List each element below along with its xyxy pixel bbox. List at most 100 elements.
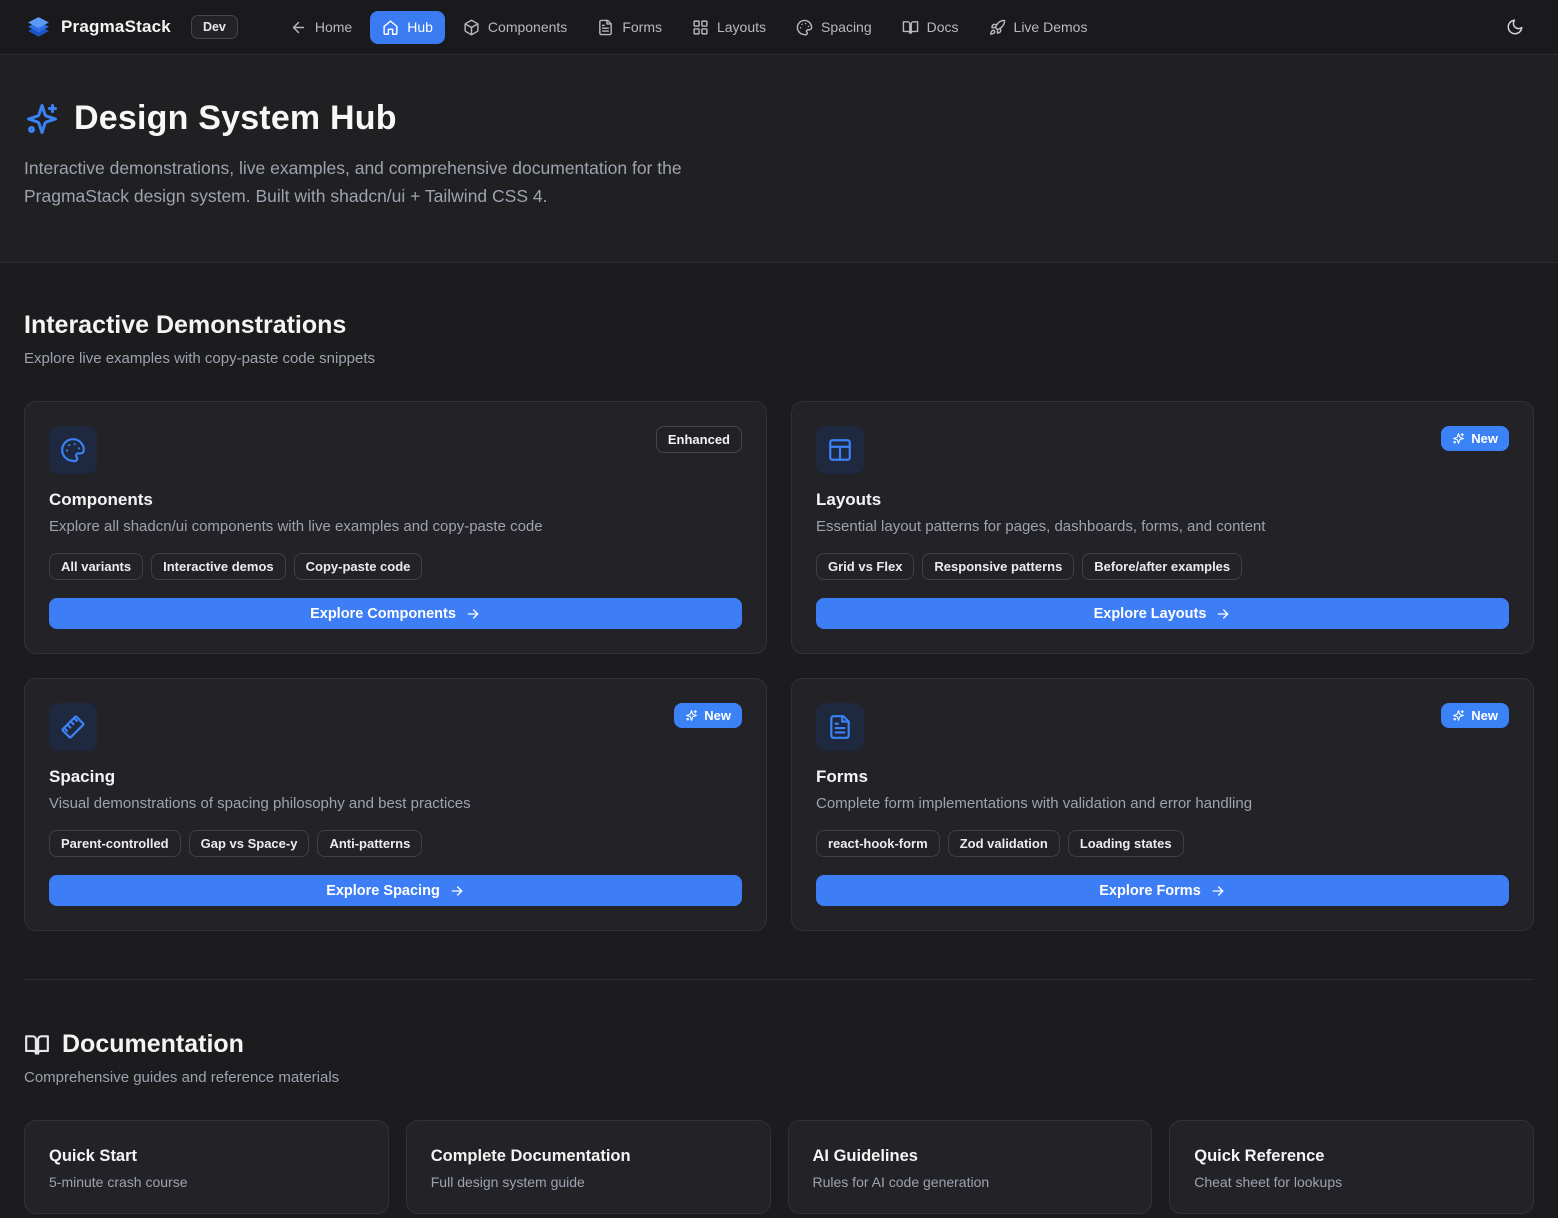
file-text-icon [597, 19, 614, 36]
env-badge: Dev [191, 15, 238, 39]
sparkles-icon [685, 709, 698, 722]
doc-card-description: 5-minute crash course [49, 1174, 364, 1190]
feature-tag: Parent-controlled [49, 830, 181, 857]
moon-icon [1506, 18, 1524, 36]
file-text-icon [827, 714, 853, 740]
house-icon [382, 19, 399, 36]
feature-tag: Responsive patterns [922, 553, 1074, 580]
feature-tag: Gap vs Space-y [189, 830, 310, 857]
feature-tag: Anti-patterns [317, 830, 422, 857]
demos-title: Interactive Demonstrations [24, 311, 1534, 340]
layers-logo-icon [26, 15, 51, 40]
doc-card-grid: Quick Start 5-minute crash course Comple… [24, 1120, 1534, 1214]
explore-forms-button[interactable]: Explore Forms [816, 875, 1509, 906]
demo-card-components: Enhanced Components Explore all shadcn/u… [24, 401, 767, 654]
brand-name: PragmaStack [61, 17, 171, 37]
doc-card-description: Cheat sheet for lookups [1194, 1174, 1509, 1190]
box-icon [463, 19, 480, 36]
nav-item-home[interactable]: Home [278, 11, 364, 44]
demos-section: Interactive Demonstrations Explore live … [24, 263, 1534, 931]
card-title: Spacing [49, 767, 742, 787]
feature-tag: react-hook-form [816, 830, 940, 857]
status-badge: New [1441, 703, 1509, 728]
card-description: Visual demonstrations of spacing philoso… [49, 795, 742, 812]
doc-card-complete-documentation[interactable]: Complete Documentation Full design syste… [406, 1120, 771, 1214]
doc-card-title: Complete Documentation [431, 1147, 746, 1166]
demos-subtitle: Explore live examples with copy-paste co… [24, 350, 1534, 367]
card-icon-tile [816, 703, 864, 751]
doc-card-title: Quick Reference [1194, 1147, 1509, 1166]
arrow-right-icon [1215, 606, 1231, 622]
doc-card-ai-guidelines[interactable]: AI Guidelines Rules for AI code generati… [788, 1120, 1153, 1214]
nav-item-docs[interactable]: Docs [890, 11, 971, 44]
feature-tag: Interactive demos [151, 553, 286, 580]
sparkles-icon [1452, 432, 1465, 445]
feature-tag: Zod validation [948, 830, 1060, 857]
nav-item-hub[interactable]: Hub [370, 11, 445, 44]
hero: Design System Hub Interactive demonstrat… [0, 55, 1558, 263]
card-description: Explore all shadcn/ui components with li… [49, 518, 742, 535]
card-tags: Parent-controlled Gap vs Space-y Anti-pa… [49, 830, 742, 857]
doc-card-title: Quick Start [49, 1147, 364, 1166]
sparkles-icon [1452, 709, 1465, 722]
palette-icon [796, 19, 813, 36]
theme-toggle-button[interactable] [1498, 10, 1532, 44]
card-title: Components [49, 490, 742, 510]
doc-card-description: Full design system guide [431, 1174, 746, 1190]
main-content: Interactive Demonstrations Explore live … [0, 263, 1558, 1214]
rocket-icon [989, 19, 1006, 36]
nav-item-spacing[interactable]: Spacing [784, 11, 884, 44]
docs-subtitle: Comprehensive guides and reference mater… [24, 1069, 1534, 1086]
feature-tag: Grid vs Flex [816, 553, 914, 580]
doc-card-description: Rules for AI code generation [813, 1174, 1128, 1190]
arrow-right-icon [1210, 883, 1226, 899]
doc-card-quick-reference[interactable]: Quick Reference Cheat sheet for lookups [1169, 1120, 1534, 1214]
docs-section: Documentation Comprehensive guides and r… [24, 980, 1534, 1214]
docs-title: Documentation [62, 1030, 244, 1059]
feature-tag: Before/after examples [1082, 553, 1242, 580]
page-title: Design System Hub [74, 99, 397, 138]
layout-grid-icon [692, 19, 709, 36]
navbar: PragmaStack Dev Home Hub Components Form… [0, 0, 1558, 55]
panel-top-icon [827, 437, 853, 463]
nav-items: Home Hub Components Forms Layouts Spacin… [278, 11, 1100, 44]
card-title: Forms [816, 767, 1509, 787]
card-icon-tile [816, 426, 864, 474]
arrow-right-icon [449, 883, 465, 899]
status-badge: Enhanced [656, 426, 742, 453]
palette-icon [60, 437, 86, 463]
card-title: Layouts [816, 490, 1509, 510]
page-description: Interactive demonstrations, live example… [24, 154, 764, 210]
explore-layouts-button[interactable]: Explore Layouts [816, 598, 1509, 629]
nav-item-live-demos[interactable]: Live Demos [977, 11, 1100, 44]
explore-spacing-button[interactable]: Explore Spacing [49, 875, 742, 906]
brand[interactable]: PragmaStack Dev [26, 15, 238, 40]
status-badge: New [1441, 426, 1509, 451]
nav-item-components[interactable]: Components [451, 11, 579, 44]
demo-card-layouts: New Layouts Essential layout patterns fo… [791, 401, 1534, 654]
explore-components-button[interactable]: Explore Components [49, 598, 742, 629]
demo-card-grid: Enhanced Components Explore all shadcn/u… [24, 401, 1534, 931]
demo-card-forms: New Forms Complete form implementations … [791, 678, 1534, 931]
card-tags: react-hook-form Zod validation Loading s… [816, 830, 1509, 857]
doc-card-quick-start[interactable]: Quick Start 5-minute crash course [24, 1120, 389, 1214]
feature-tag: All variants [49, 553, 143, 580]
nav-item-forms[interactable]: Forms [585, 11, 674, 44]
card-icon-tile [49, 703, 97, 751]
demo-card-spacing: New Spacing Visual demonstrations of spa… [24, 678, 767, 931]
book-open-icon [902, 19, 919, 36]
status-badge: New [674, 703, 742, 728]
feature-tag: Copy-paste code [294, 553, 423, 580]
card-tags: Grid vs Flex Responsive patterns Before/… [816, 553, 1509, 580]
sparkles-icon [24, 101, 60, 137]
card-tags: All variants Interactive demos Copy-past… [49, 553, 742, 580]
ruler-icon [60, 714, 86, 740]
arrow-right-icon [465, 606, 481, 622]
nav-item-layouts[interactable]: Layouts [680, 11, 778, 44]
arrow-left-icon [290, 19, 307, 36]
card-description: Essential layout patterns for pages, das… [816, 518, 1509, 535]
card-icon-tile [49, 426, 97, 474]
feature-tag: Loading states [1068, 830, 1184, 857]
book-open-icon [24, 1032, 50, 1058]
card-description: Complete form implementations with valid… [816, 795, 1509, 812]
